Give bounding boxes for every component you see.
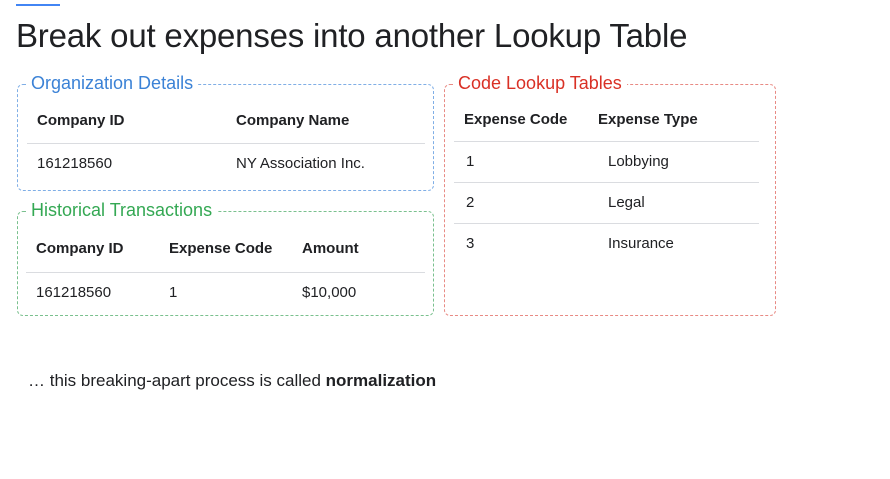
code-lookup-table: Expense Code Expense Type 1 Lobbying 2 L… <box>454 99 759 264</box>
table-cell: 161218560 <box>36 283 112 301</box>
historical-transactions-group: Historical Transactions Company ID Expen… <box>17 199 434 316</box>
organization-details-group: Organization Details Company ID Company … <box>17 72 434 191</box>
table-cell: 161218560 <box>37 154 113 172</box>
table-row: 2 Legal <box>454 182 759 224</box>
column-header: Amount <box>292 226 425 273</box>
column-header: Expense Code <box>159 226 292 273</box>
footnote-text: … this breaking-apart process is called <box>28 371 326 390</box>
table-cell: Legal <box>598 182 759 224</box>
table-cell: $10,000 <box>302 283 357 301</box>
slide: Break out expenses into another Lookup T… <box>0 0 890 479</box>
table-header-row: Company ID Expense Code Amount <box>26 226 425 273</box>
organization-details-label: Organization Details <box>26 72 199 94</box>
historical-transactions-table: Company ID Expense Code Amount 161218560… <box>26 226 425 312</box>
column-header: Company Name <box>226 99 425 144</box>
table-cell: Insurance <box>608 235 674 253</box>
slide-title: Break out expenses into another Lookup T… <box>16 17 688 54</box>
footnote-emphasis: normalization <box>325 371 437 390</box>
code-lookup-tables-group: Code Lookup Tables Expense Code Expense … <box>444 72 776 316</box>
organization-details-table: Company ID Company Name 161218560 NY Ass… <box>27 99 425 183</box>
column-header: Expense Type <box>598 99 759 142</box>
table-cell: 1 <box>169 283 178 301</box>
table-row: 3 Insurance <box>454 223 759 264</box>
table-header-row: Expense Code Expense Type <box>454 99 759 142</box>
table-row: 161218560 NY Association Inc. <box>27 143 425 183</box>
normalization-footnote: … this breaking-apart process is called … <box>28 371 436 391</box>
table-cell: 3 <box>466 235 475 253</box>
column-header: Company ID <box>26 226 159 273</box>
title-accent-line <box>16 4 60 6</box>
table-cell: 2 <box>454 182 598 224</box>
table-cell: Lobbying <box>598 141 759 183</box>
column-header: Company ID <box>27 99 226 144</box>
table-header-row: Company ID Company Name <box>27 99 425 144</box>
code-lookup-tables-label: Code Lookup Tables <box>453 72 627 94</box>
table-cell: 1 <box>454 141 598 183</box>
table-cell: NY Association Inc. <box>236 154 365 172</box>
table-row: 1 Lobbying <box>454 141 759 183</box>
historical-transactions-label: Historical Transactions <box>26 199 218 221</box>
column-header: Expense Code <box>454 99 598 142</box>
table-row: 161218560 1 $10,000 <box>26 272 425 312</box>
